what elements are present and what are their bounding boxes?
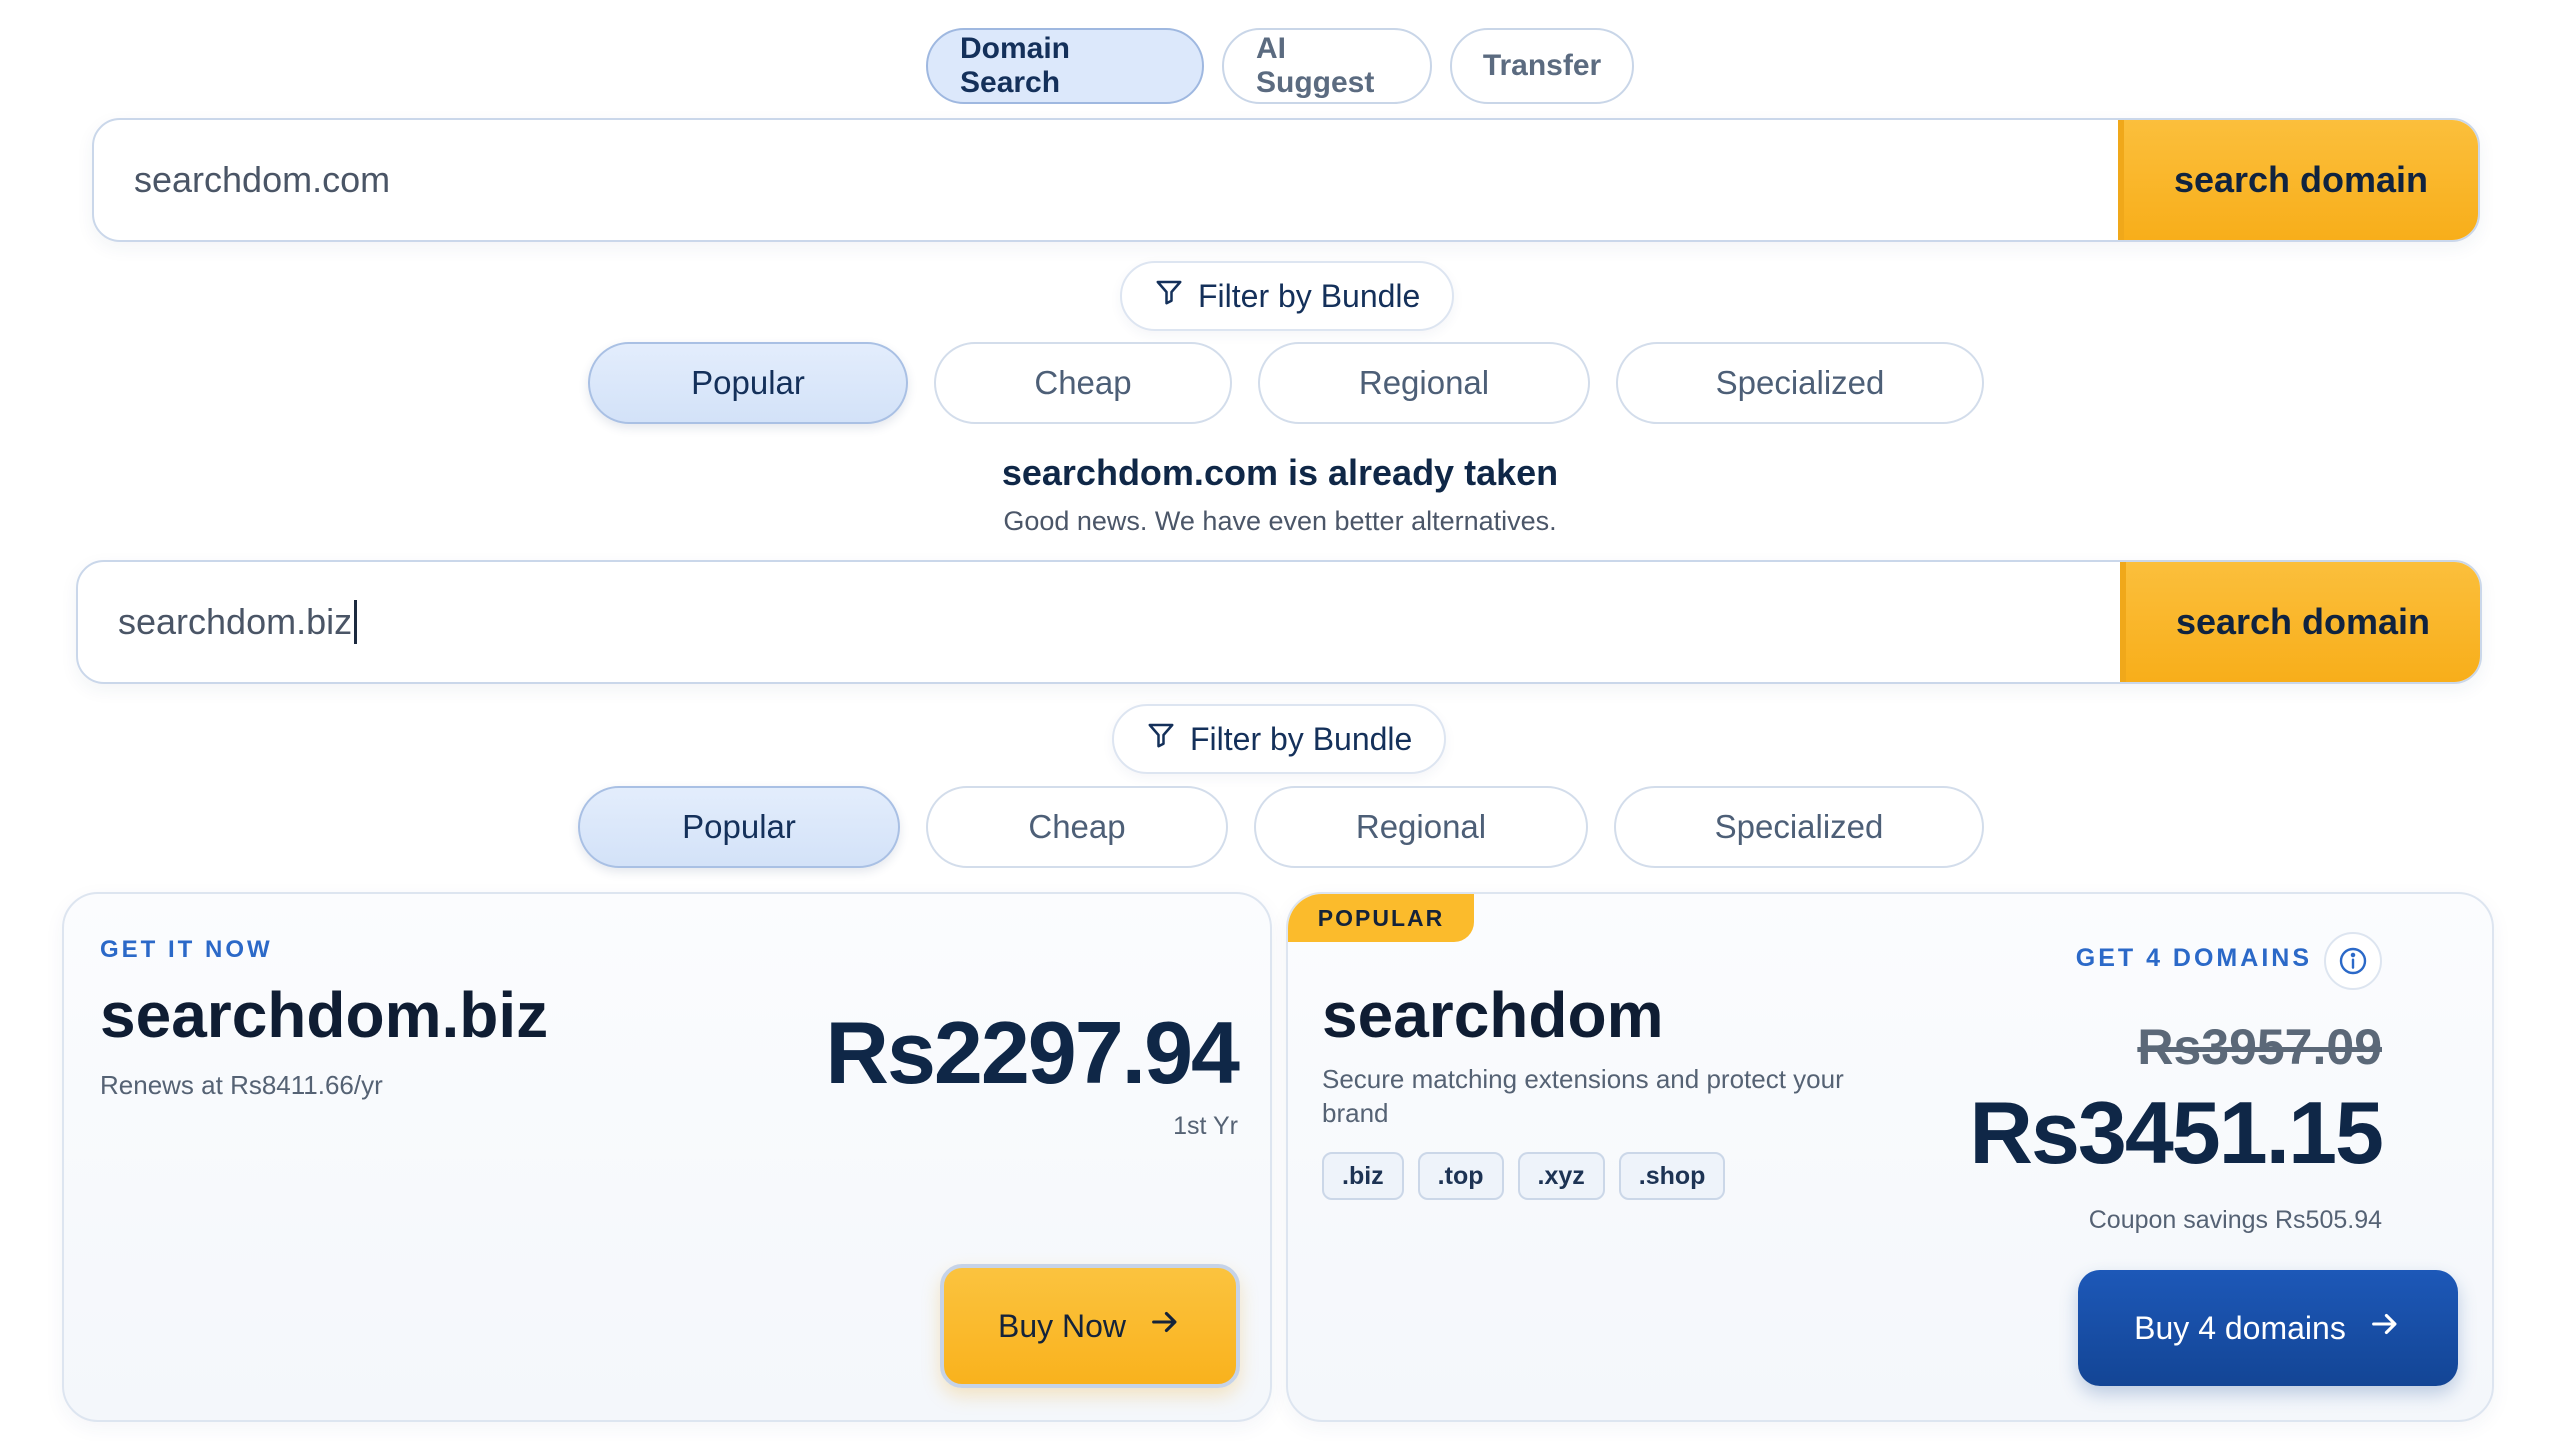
funnel-icon (1154, 277, 1184, 315)
extension-chip: .top (1417, 1152, 1504, 1200)
tab-ai-suggest[interactable]: AI Suggest (1222, 28, 1432, 104)
extension-chip: .xyz (1517, 1152, 1605, 1200)
filter-label: Filter by Bundle (1198, 277, 1421, 314)
bundle-specialized[interactable]: Specialized (1616, 342, 1984, 424)
tab-transfer[interactable]: Transfer (1450, 28, 1634, 104)
mode-tabs: Domain Search AI Suggest Transfer (0, 28, 2560, 104)
bundle-price: Rs3451.15 (1969, 1083, 2384, 1182)
bundle-card: POPULAR GET 4 DOMAINS searchdom Secure m… (1286, 892, 2494, 1422)
filter-by-bundle-button-2[interactable]: Filter by Bundle (1112, 704, 1447, 774)
domain-taken-subtitle: Good news. We have even better alternati… (1003, 506, 1557, 536)
domain-name: searchdom.biz (100, 979, 549, 1051)
domain-search-input-1[interactable]: searchdom.com (94, 120, 2118, 240)
get-it-now-label: GET IT NOW (100, 936, 273, 963)
get-4-domains-label: GET 4 DOMAINS (2075, 944, 2312, 972)
buy-4-domains-label: Buy 4 domains (2134, 1309, 2346, 1346)
tab-domain-search[interactable]: Domain Search (926, 28, 1204, 104)
search-domain-button-1[interactable]: search domain (2118, 120, 2478, 240)
extension-chip: .shop (1618, 1152, 1726, 1200)
single-domain-card: GET IT NOW searchdom.biz Renews at Rs841… (62, 892, 1272, 1422)
renewal-price: Renews at Rs8411.66/yr (100, 1070, 383, 1100)
bundle-regional[interactable]: Regional (1254, 786, 1588, 868)
filter-by-bundle-button-1[interactable]: Filter by Bundle (1120, 261, 1455, 331)
arrow-right-icon (2368, 1307, 2402, 1349)
bundle-description: Secure matching extensions and protect y… (1322, 1064, 1844, 1128)
domain-taken-title: searchdom.com is already taken (1001, 452, 1559, 493)
first-year-price: Rs2297.94 (825, 1003, 1240, 1102)
price-term: 1st Yr (1173, 1112, 1238, 1140)
bundle-filter-row-1: Popular Cheap Regional Specialized (588, 342, 1984, 424)
buy-4-domains-button[interactable]: Buy 4 domains (2078, 1270, 2458, 1386)
bundle-specialized[interactable]: Specialized (1614, 786, 1984, 868)
domain-search-bar-2: searchdom.biz search domain (76, 560, 2482, 684)
filter-label: Filter by Bundle (1190, 720, 1413, 757)
bundle-cheap[interactable]: Cheap (926, 786, 1228, 868)
info-icon[interactable] (2324, 932, 2382, 990)
bundle-filter-row-2: Popular Cheap Regional Specialized (578, 786, 1984, 868)
domain-search-input-2[interactable]: searchdom.biz (78, 562, 2120, 682)
bundle-popular[interactable]: Popular (588, 342, 908, 424)
popular-badge: POPULAR (1288, 894, 1474, 942)
original-price: Rs3957.09 (2137, 1019, 2382, 1075)
domain-search-input-2-value: searchdom.biz (118, 601, 353, 642)
search-domain-button-2[interactable]: search domain (2120, 562, 2480, 682)
extension-list: .biz .top .xyz .shop (1322, 1152, 1726, 1200)
buy-now-button[interactable]: Buy Now (940, 1264, 1240, 1388)
buy-now-label: Buy Now (997, 1307, 1127, 1344)
domain-search-bar-1: searchdom.com search domain (92, 118, 2480, 242)
text-cursor (354, 600, 358, 644)
bundle-regional[interactable]: Regional (1258, 342, 1590, 424)
extension-chip: .biz (1322, 1152, 1404, 1200)
bundle-popular[interactable]: Popular (578, 786, 900, 868)
arrow-right-icon (1148, 1305, 1182, 1347)
coupon-savings: Coupon savings Rs505.94 (2088, 1206, 2382, 1234)
bundle-cheap[interactable]: Cheap (934, 342, 1232, 424)
bundle-name: searchdom (1322, 979, 1664, 1051)
domain-search-page: Domain Search AI Suggest Transfer search… (0, 0, 2560, 1441)
domain-search-input-1-value: searchdom.com (134, 159, 391, 200)
funnel-icon (1146, 720, 1176, 758)
